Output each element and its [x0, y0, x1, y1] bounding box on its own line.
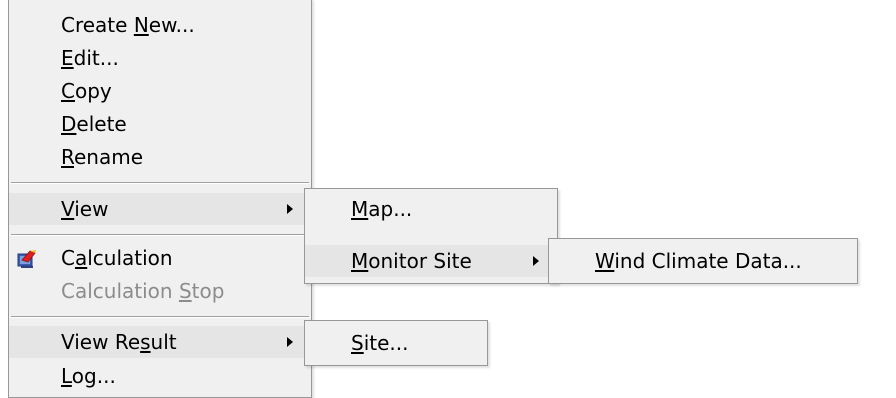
menu-item-view-result-label: View Result: [61, 330, 177, 354]
menu-item-copy[interactable]: Copy: [9, 75, 311, 107]
menu-item-delete[interactable]: Delete: [9, 108, 311, 140]
menu-separator: [11, 316, 309, 318]
submenu-arrow-icon: [287, 204, 293, 214]
menu-item-log-label: Log...: [61, 364, 116, 388]
view-result-submenu: Site...: [304, 320, 488, 366]
menu-item-site-label: Site...: [351, 331, 409, 355]
menu-item-create-new-label: Create New...: [61, 13, 195, 37]
menu-item-rename-label: Rename: [61, 145, 144, 169]
menu-item-calculation-label: Calculation: [61, 246, 173, 270]
menu-item-edit-label: Edit...: [61, 46, 119, 70]
menu-separator: [11, 182, 309, 184]
menu-item-view-result[interactable]: View Result: [9, 326, 311, 358]
menu-item-create-new[interactable]: Create New...: [9, 9, 311, 41]
menu-item-rename[interactable]: Rename: [9, 141, 311, 173]
context-menu: Create New... Edit... Copy Delete Rename…: [8, 0, 312, 398]
menu-item-calculation-stop-label: Calculation Stop: [61, 279, 225, 303]
menu-item-copy-label: Copy: [61, 79, 112, 103]
menu-item-delete-label: Delete: [61, 112, 127, 136]
menu-item-monitor-site[interactable]: Monitor Site: [305, 245, 557, 277]
menu-separator: [11, 234, 309, 236]
submenu-arrow-icon: [533, 256, 539, 266]
menu-item-view[interactable]: View: [9, 193, 311, 225]
menu-item-calculation-stop: Calculation Stop: [9, 275, 311, 307]
menu-item-log[interactable]: Log...: [9, 360, 311, 392]
menu-item-map[interactable]: Map...: [305, 193, 557, 225]
menu-item-edit[interactable]: Edit...: [9, 42, 311, 74]
menu-item-monitor-site-label: Monitor Site: [351, 249, 472, 273]
menu-item-view-label: View: [61, 197, 109, 221]
menu-item-calculation[interactable]: Calculation: [9, 242, 311, 274]
submenu-arrow-icon: [287, 337, 293, 347]
menu-item-map-label: Map...: [351, 197, 413, 221]
monitor-site-submenu: Wind Climate Data...: [548, 238, 858, 284]
menu-item-wind-climate-data-label: Wind Climate Data...: [595, 249, 802, 273]
menu-item-site[interactable]: Site...: [305, 327, 487, 359]
view-submenu: Map... Monitor Site: [304, 188, 558, 284]
calculation-icon: [17, 250, 36, 268]
menu-item-wind-climate-data[interactable]: Wind Climate Data...: [549, 245, 857, 277]
